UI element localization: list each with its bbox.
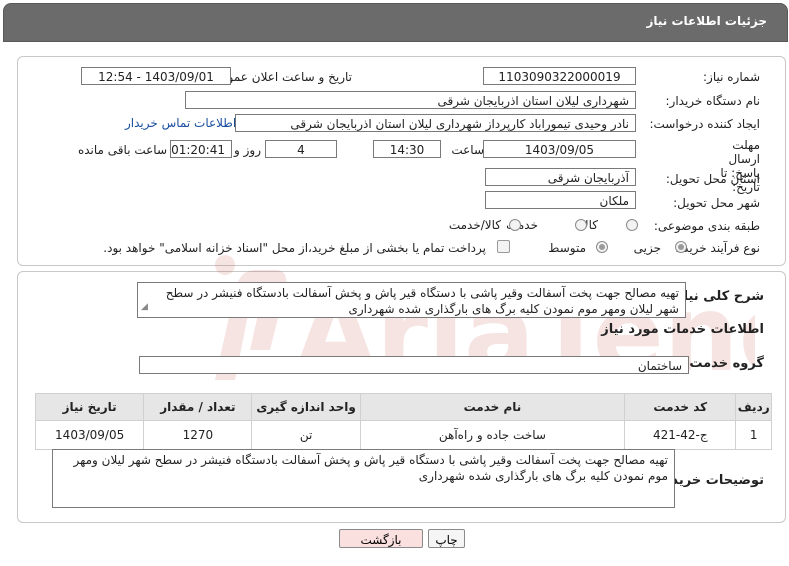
remaining-days-label: روز و bbox=[234, 143, 261, 157]
delivery-city-field: ملکان bbox=[485, 191, 636, 209]
remaining-days-field: 4 bbox=[265, 140, 337, 158]
services-table-header: ردیف کد خدمت نام خدمت واحد اندازه گیری ت… bbox=[34, 393, 772, 421]
process-minor-label: جزیی bbox=[633, 241, 661, 255]
col-service-name: نام خدمت bbox=[359, 393, 626, 421]
services-table: ردیف کد خدمت نام خدمت واحد اندازه گیری ت… bbox=[34, 393, 772, 450]
process-minor-radio[interactable] bbox=[675, 241, 687, 253]
buyer-contact-link[interactable]: اطلاعات تماس خریدار bbox=[125, 116, 236, 130]
treasury-payment-checkbox[interactable] bbox=[497, 240, 510, 253]
cell-row: 1 bbox=[735, 420, 772, 450]
buyer-org-label: نام دستگاه خریدار: bbox=[665, 94, 761, 108]
category-service-radio[interactable] bbox=[575, 219, 587, 231]
cell-service-name: ساخت جاده و راه‌آهن bbox=[359, 420, 626, 450]
page-title: جزئیات اطلاعات نیاز bbox=[646, 14, 767, 28]
remaining-time-label: ساعت باقی مانده bbox=[77, 143, 167, 157]
col-service-code: کد خدمت bbox=[624, 393, 737, 421]
resize-grip-icon[interactable]: ◢ bbox=[141, 299, 148, 315]
cell-service-code: ج-42-421 bbox=[624, 420, 737, 450]
category-goods-service-radio[interactable] bbox=[509, 219, 521, 231]
print-button[interactable]: چاپ bbox=[428, 529, 465, 548]
summary-textarea: تهیه مصالح جهت پخت آسفالت وقیر پاشی با د… bbox=[137, 282, 686, 318]
col-quantity: تعداد / مقدار bbox=[143, 393, 253, 421]
table-row: 1 ج-42-421 ساخت جاده و راه‌آهن تن 1270 1… bbox=[34, 420, 772, 450]
buyer-org-field: شهرداری لیلان استان اذربایجان شرقی bbox=[185, 91, 636, 109]
category-goods-radio[interactable] bbox=[626, 219, 638, 231]
delivery-province-label: استان محل تحویل: bbox=[665, 172, 760, 186]
delivery-province-field: آذربایجان شرقی bbox=[485, 168, 636, 186]
need-number-field: 1103090322000019 bbox=[483, 67, 636, 85]
process-type-label: نوع فرآیند خرید : bbox=[675, 241, 760, 255]
buyer-notes-textarea: تهیه مصالح جهت پخت آسفالت وقیر پاشی با د… bbox=[52, 449, 675, 508]
category-goods-service-label: کالا/خدمت bbox=[448, 218, 501, 232]
deadline-date-field: 1403/09/05 bbox=[483, 140, 636, 158]
service-group-field: ساختمان bbox=[139, 356, 689, 374]
services-section-title: اطلاعات خدمات مورد نیاز bbox=[601, 322, 764, 337]
category-label: طبقه بندی موضوعی: bbox=[653, 219, 760, 233]
need-number-label: شماره نیاز: bbox=[703, 70, 760, 84]
need-info-panel bbox=[17, 56, 786, 266]
treasury-payment-note: پرداخت تمام یا بخشی از مبلغ خرید،از محل … bbox=[103, 241, 486, 255]
process-medium-radio[interactable] bbox=[596, 241, 608, 253]
delivery-city-label: شهر محل تحویل: bbox=[673, 196, 760, 210]
deadline-time-field: 14:30 bbox=[373, 140, 441, 158]
col-row: ردیف bbox=[735, 393, 772, 421]
back-button[interactable]: بازگشت bbox=[339, 529, 423, 548]
cell-quantity: 1270 bbox=[143, 420, 253, 450]
creator-field: نادر وحیدی تیموراباد کارپرداز شهرداری لی… bbox=[235, 114, 636, 132]
service-group-label: گروه خدمت: bbox=[684, 356, 764, 371]
announce-datetime-field: 1403/09/01 - 12:54 bbox=[81, 67, 231, 85]
page-header: جزئیات اطلاعات نیاز bbox=[3, 3, 788, 42]
summary-text: تهیه مصالح جهت پخت آسفالت وقیر پاشی با د… bbox=[165, 286, 679, 316]
deadline-time-label: ساعت bbox=[451, 143, 484, 157]
buyer-notes-text: تهیه مصالح جهت پخت آسفالت وقیر پاشی با د… bbox=[73, 453, 668, 483]
remaining-time-field: 01:20:41 bbox=[170, 140, 232, 158]
cell-unit: تن bbox=[251, 420, 361, 450]
process-medium-label: متوسط bbox=[548, 241, 586, 255]
col-unit: واحد اندازه گیری bbox=[251, 393, 361, 421]
cell-need-date: 1403/09/05 bbox=[34, 420, 145, 450]
col-need-date: تاریخ نیاز bbox=[34, 393, 145, 421]
creator-label: ایجاد کننده درخواست: bbox=[649, 117, 760, 131]
